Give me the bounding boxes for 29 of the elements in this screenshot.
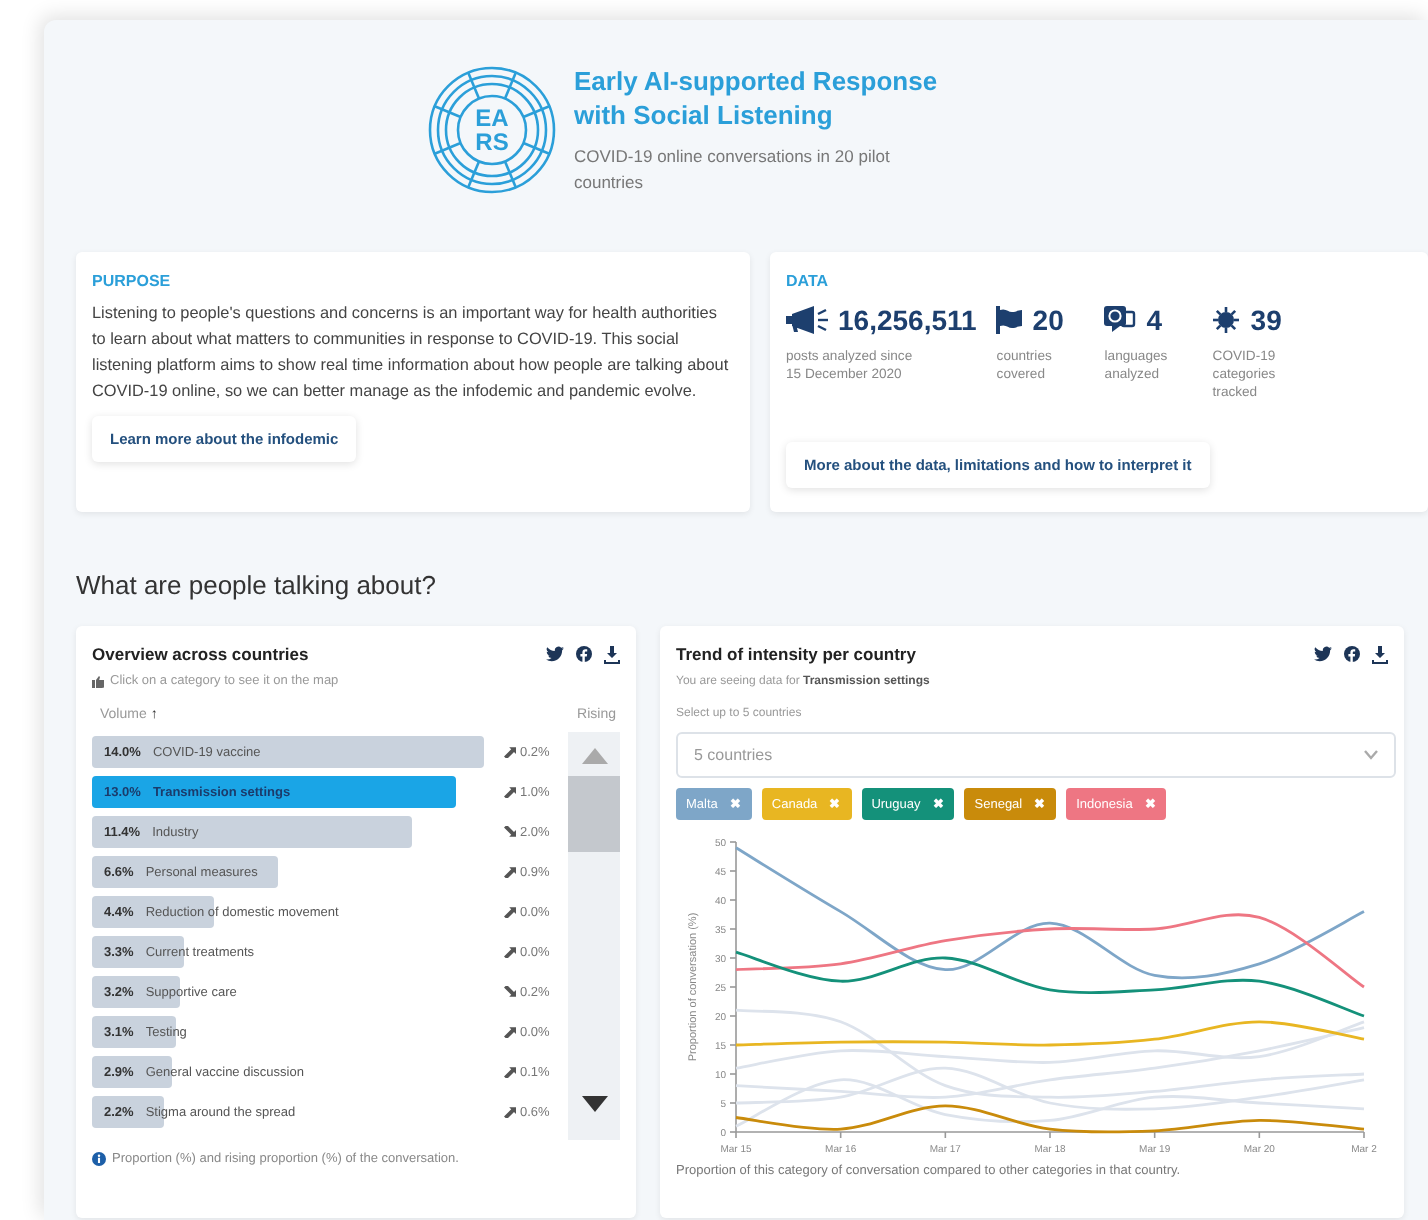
twitter-icon bbox=[1314, 646, 1332, 662]
stat-value: 39 bbox=[1250, 304, 1282, 336]
download-icon bbox=[1372, 645, 1388, 663]
virus-icon bbox=[1212, 306, 1241, 334]
app-title: Early AI-supported Response with Social Listening bbox=[574, 64, 940, 132]
scroll-up-icon bbox=[581, 748, 607, 764]
card-title: Trend of intensity per country bbox=[676, 644, 916, 664]
twitter-icon bbox=[546, 646, 564, 662]
chevron-down-icon bbox=[1364, 750, 1378, 760]
section-label: DATA bbox=[786, 272, 831, 290]
card-title: Overview across countries bbox=[92, 644, 309, 664]
stat-value: 16,256,511 bbox=[838, 304, 977, 336]
info-icon bbox=[92, 1152, 106, 1166]
ears-logo: EA RS bbox=[426, 64, 558, 196]
stat-value: 20 bbox=[1032, 304, 1064, 336]
scroll-down-icon[interactable] bbox=[581, 1096, 607, 1112]
app-subtitle: COVID-19 online conversations in 20 pilot countries bbox=[574, 144, 892, 196]
purpose-text: Listening to people's questions and concerns is an important way for health authorities to learn about what matters to communities in response to COVID-19. This social listening platform aims to show real time information about how people are talking about COVID-19 online, so we can better manage as the infodemic and pandemic evolve. bbox=[92, 302, 731, 404]
speech-bubble-icon bbox=[1104, 306, 1137, 334]
scrollbar[interactable] bbox=[568, 732, 620, 1140]
facebook-icon bbox=[576, 646, 592, 662]
download-icon bbox=[604, 645, 620, 663]
scrollbar-thumb[interactable] bbox=[568, 776, 620, 852]
stat-value: 4 bbox=[1146, 304, 1163, 336]
flag-icon bbox=[996, 306, 1023, 334]
facebook-icon bbox=[1344, 646, 1360, 662]
megaphone-icon bbox=[786, 306, 828, 334]
section-label: PURPOSE bbox=[92, 272, 173, 290]
section-heading: What are people talking about? bbox=[76, 570, 436, 600]
